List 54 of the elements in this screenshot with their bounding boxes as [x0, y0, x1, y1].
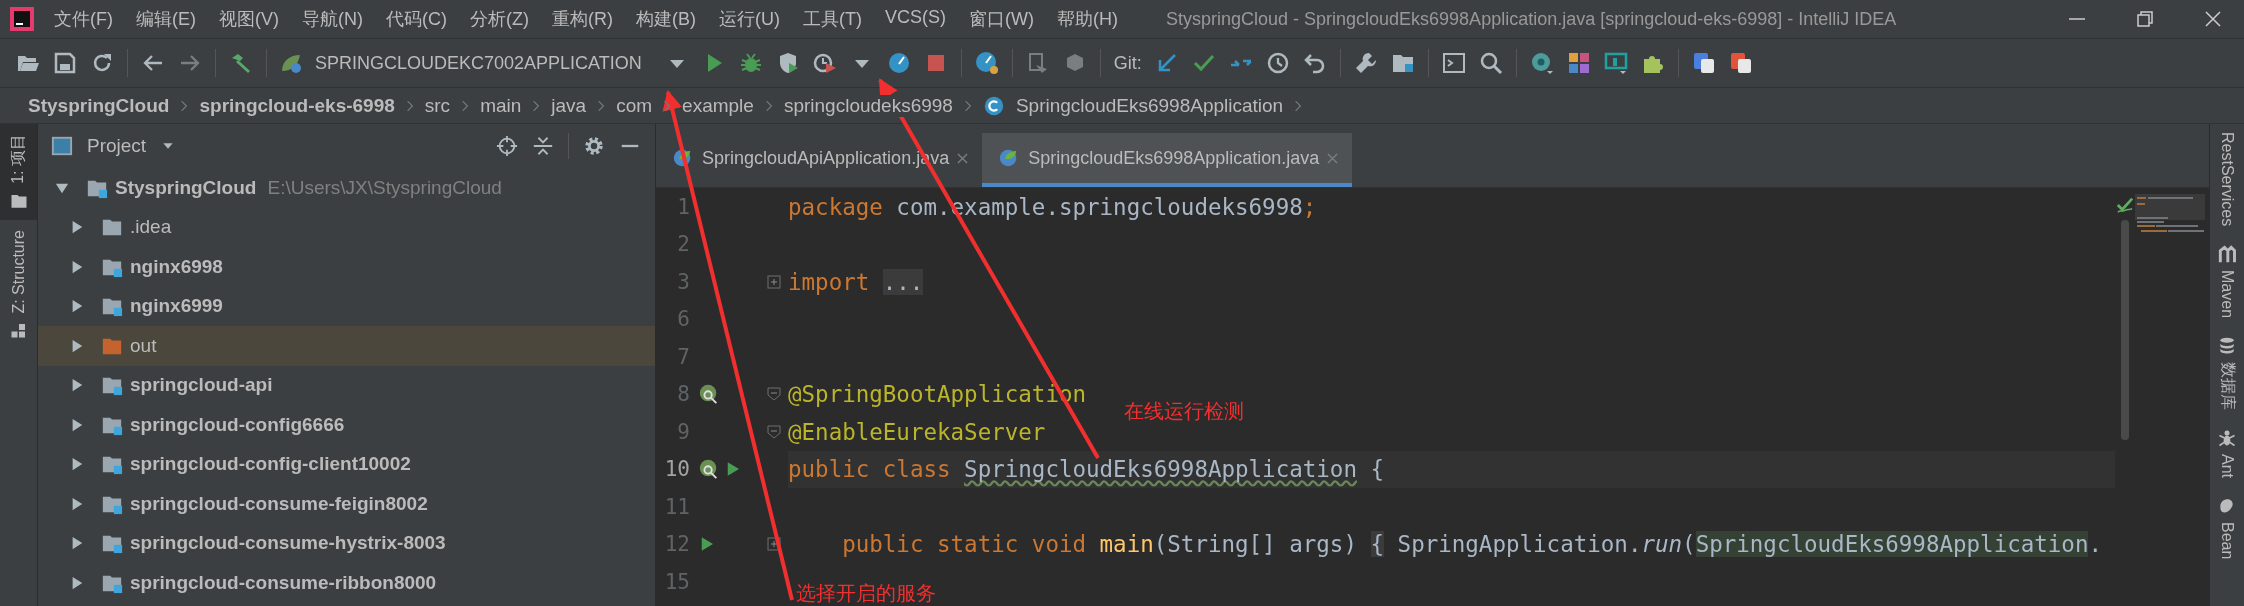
- line-number: 9: [676, 419, 690, 444]
- tool-window-tab[interactable]: 数据库: [2216, 336, 2238, 411]
- annotation-text: 选择开启的服务: [796, 581, 936, 606]
- tree-item[interactable]: springcloud-consume-ribbon8000: [38, 563, 655, 603]
- tree-item[interactable]: .idea: [38, 207, 655, 247]
- menu-item[interactable]: 运行(U): [718, 7, 780, 31]
- menu-item[interactable]: 工具(T): [802, 7, 862, 31]
- line-number: 2: [676, 232, 690, 257]
- tree-item[interactable]: out: [38, 326, 655, 366]
- menu-item[interactable]: 窗口(W): [968, 7, 1034, 31]
- breadcrumb[interactable]: springcloudeks6998: [783, 94, 953, 117]
- line-number: 15: [663, 569, 690, 594]
- menu-item[interactable]: VCS(S): [884, 7, 946, 31]
- tool-window-tab[interactable]: RestServices: [2218, 132, 2236, 227]
- tool-window-tab[interactable]: Bean: [2217, 496, 2237, 560]
- menu-item[interactable]: 视图(V): [219, 7, 279, 31]
- annotation-text: 在线运行检测: [1124, 399, 1244, 424]
- menu-item[interactable]: 重构(R): [551, 7, 613, 31]
- line-number: 12: [663, 532, 690, 557]
- line-number: 6: [676, 307, 690, 332]
- menu-item[interactable]: 文件(F): [54, 7, 113, 31]
- menu-item[interactable]: 代码(C): [386, 7, 447, 31]
- panel-title[interactable]: Project: [87, 135, 147, 157]
- tree-item[interactable]: springcloud-config6666: [38, 405, 655, 445]
- line-number: 8: [676, 382, 690, 407]
- tree-item[interactable]: springcloud-config-client10002: [38, 444, 655, 484]
- tool-window-tab[interactable]: 1: 项目: [0, 124, 37, 220]
- menu-item[interactable]: 分析(Z): [470, 7, 529, 31]
- tree-item[interactable]: nginx6999: [38, 286, 655, 326]
- git-label: Git:: [1113, 52, 1142, 74]
- tree-item[interactable]: springcloud-consume-hystrix-8003: [38, 523, 655, 563]
- line-number: 3: [676, 269, 690, 294]
- menu-item[interactable]: 编辑(E): [136, 7, 196, 31]
- tree-item[interactable]: nginx6998: [38, 247, 655, 287]
- run-configuration-select[interactable]: SPRINGCLOUDEKC7002APPLICATION: [315, 52, 642, 74]
- menu-item[interactable]: 帮助(H): [1056, 7, 1118, 31]
- line-number: 10: [663, 457, 690, 482]
- code-line: public static void main(String[] args) { SpringApplication.run(SpringcloudEks6998Application.: [841, 531, 2102, 558]
- editor-tab[interactable]: SpringcloudEks6998Application.java: [982, 133, 1353, 187]
- menu-item[interactable]: 导航(N): [302, 7, 363, 31]
- line-number: 1: [676, 194, 690, 219]
- tool-window-tab[interactable]: Z: Structure: [0, 219, 37, 350]
- menu-item[interactable]: 构建(B): [635, 7, 696, 31]
- code-line: public class SpringcloudEks6998Application {: [788, 456, 1385, 483]
- tool-window-tab[interactable]: Ant: [2217, 428, 2237, 479]
- line-number: 11: [663, 494, 690, 519]
- window-title: StyspringCloud - SpringcloudEks6998Application.java [springcloud-eks-6998] - IntelliJ IDEA: [1165, 8, 1897, 30]
- tree-item[interactable]: StyspringCloud E:\Users\JX\StyspringCloud: [38, 168, 655, 208]
- tool-window-tab[interactable]: Maven: [2217, 244, 2237, 319]
- tree-item[interactable]: springcloud-api: [38, 365, 655, 405]
- line-number: 7: [676, 344, 690, 369]
- code-line: @EnableEurekaServer: [788, 418, 1046, 445]
- code-line: import ...: [788, 268, 924, 295]
- tree-item[interactable]: springcloud-consume-feigin8002: [38, 484, 655, 524]
